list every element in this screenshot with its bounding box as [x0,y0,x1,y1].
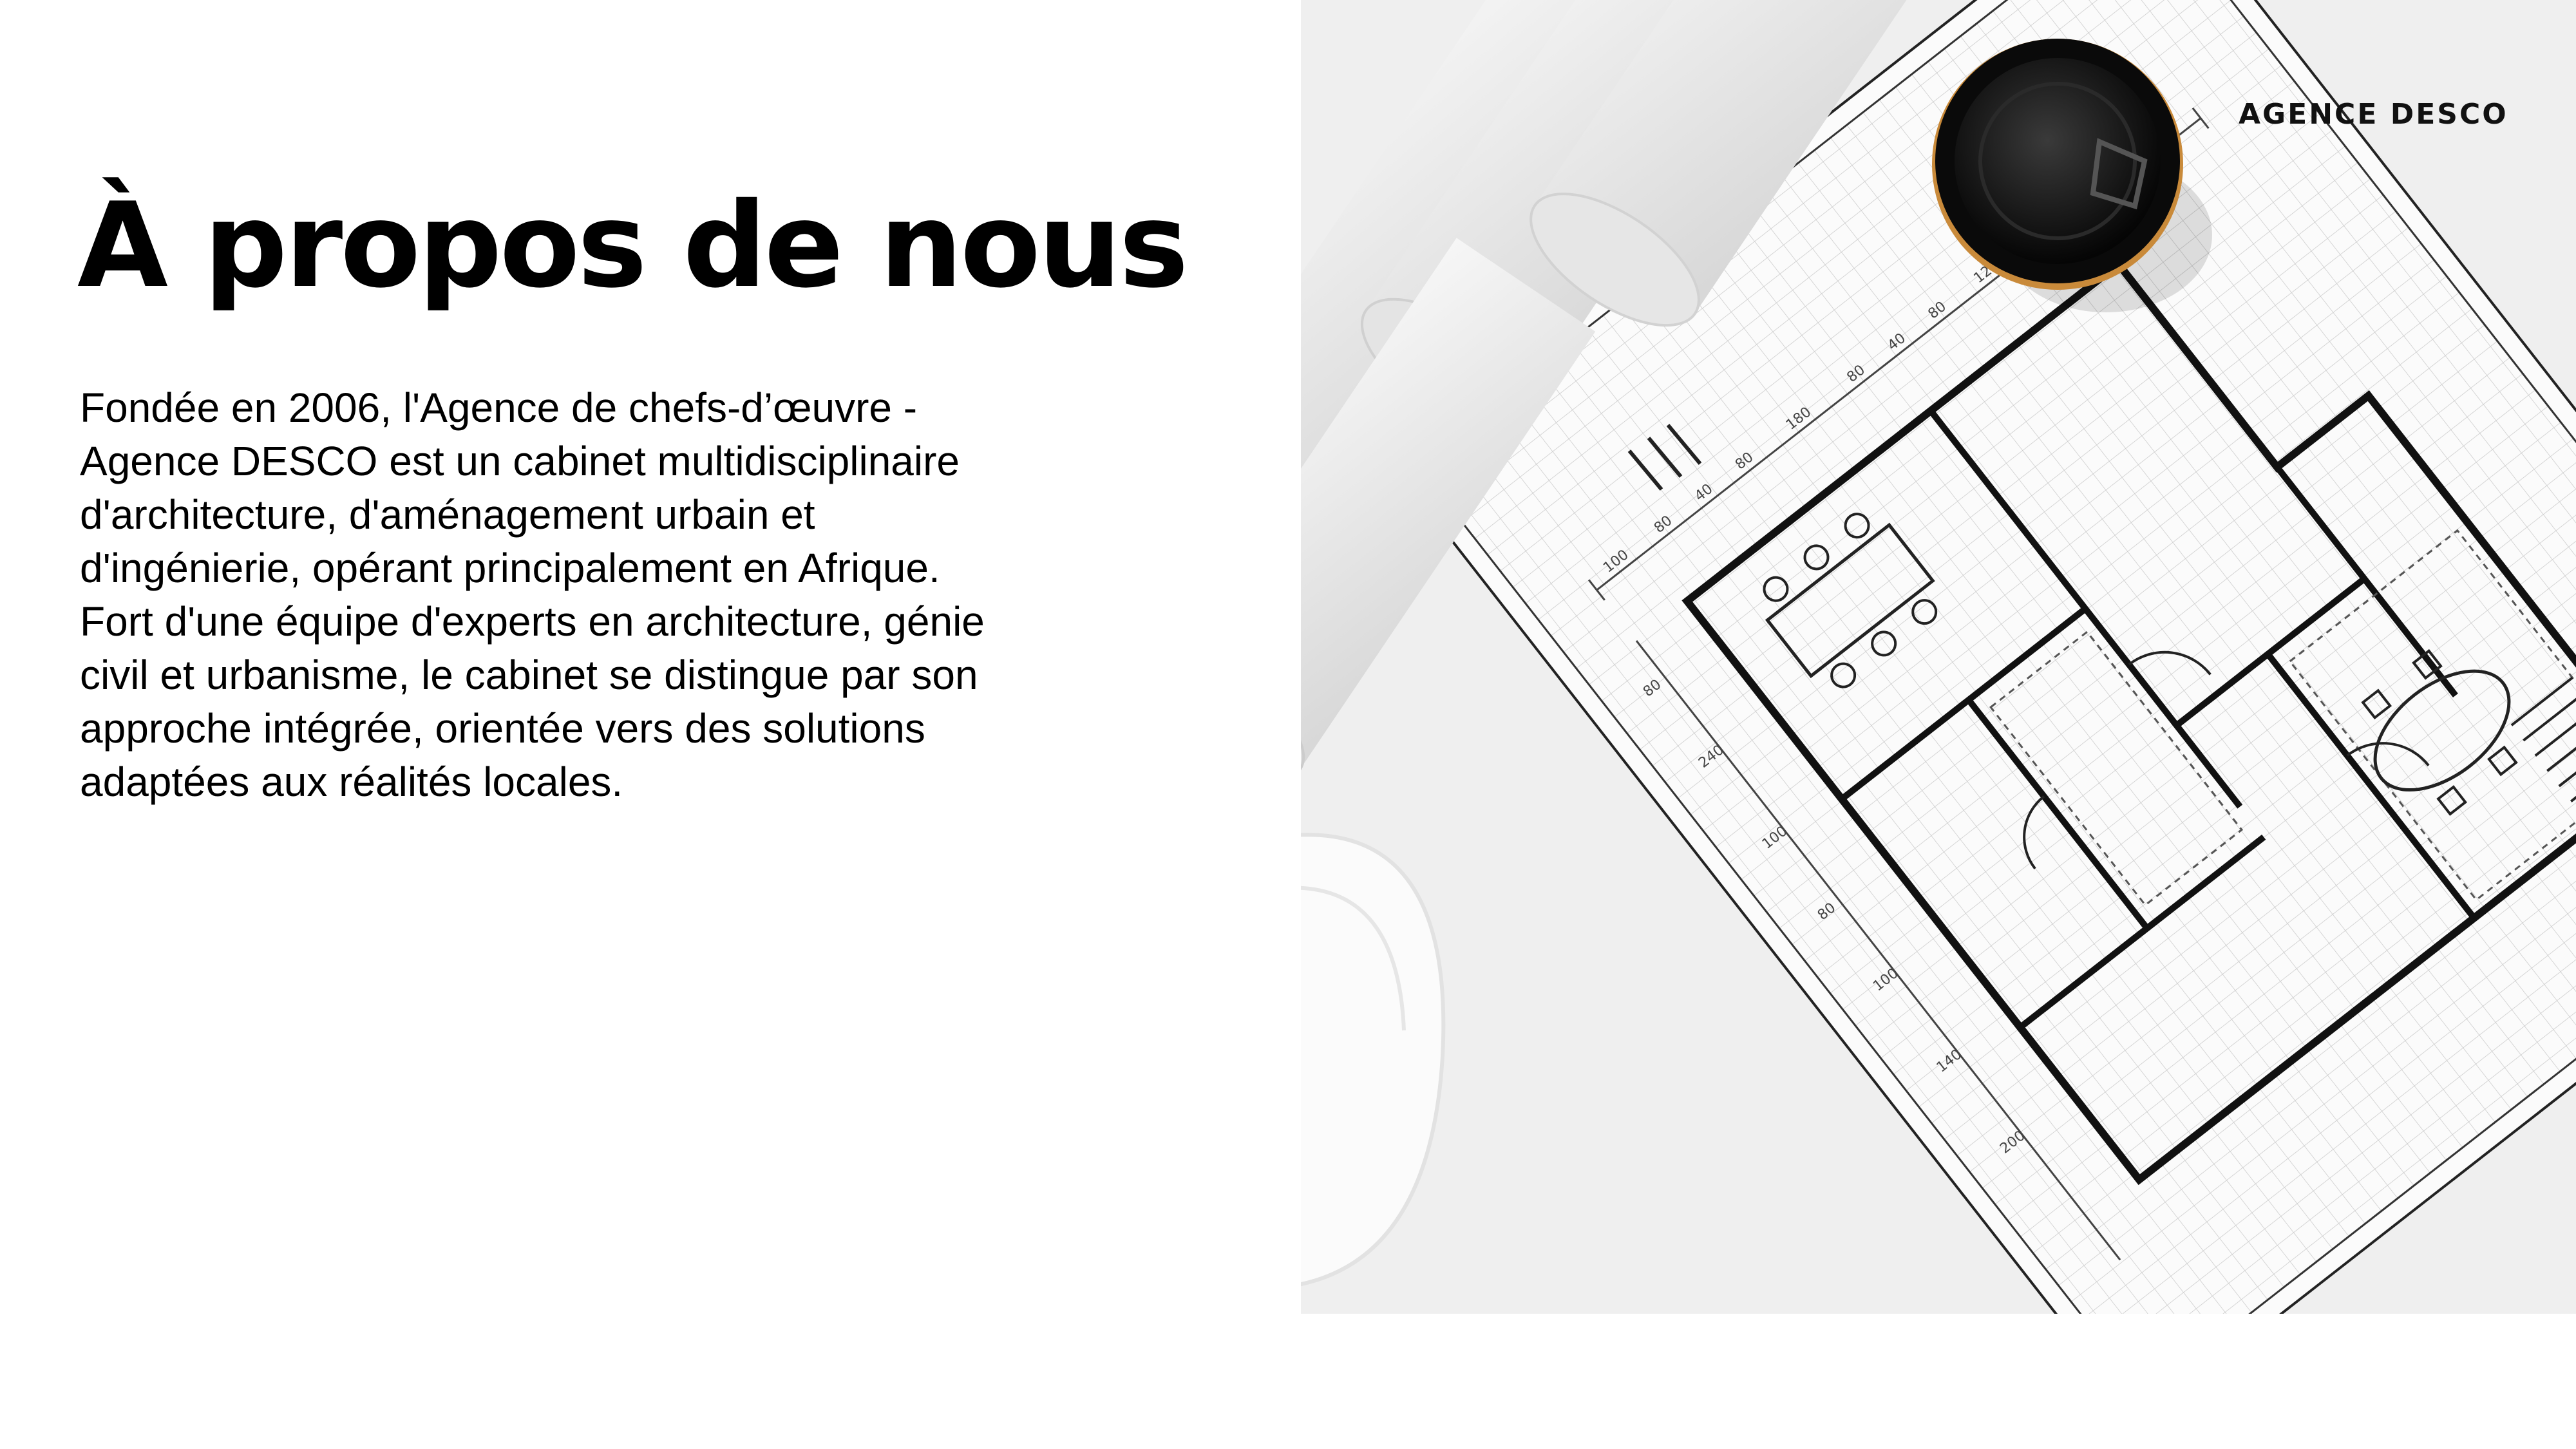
paragraph-line: d'ingénierie, opérant principalement en … [80,545,940,591]
paragraph-line: approche intégrée, orientée vers des sol… [80,705,925,752]
paragraph-line: Fort d'une équipe d'experts en architect… [80,598,985,645]
paragraph-line: adaptées aux réalités locales. [80,759,623,805]
paragraph-line: Fondée en 2006, l'Agence de chefs-d’œuvr… [80,384,918,431]
hard-hat [1301,833,1446,1287]
agency-logo-text: AGENCE DESCO [2239,98,2508,131]
architecture-photo: 100 80 40 80 180 80 40 80 120 100 160 10… [1301,0,2576,1314]
photo-illustration: 100 80 40 80 180 80 40 80 120 100 160 10… [1301,0,2576,1314]
page-title: À propos de nous [77,177,1189,314]
about-paragraph: Fondée en 2006, l'Agence de chefs-d’œuvr… [80,381,1110,809]
paragraph-line: civil et urbanisme, le cabinet se distin… [80,652,978,698]
paragraph-line: Agence DESCO est un cabinet multidiscipl… [80,438,960,484]
slide: À propos de nous Fondée en 2006, l'Agenc… [0,0,2576,1449]
paragraph-line: d'architecture, d'aménagement urbain et [80,491,815,538]
